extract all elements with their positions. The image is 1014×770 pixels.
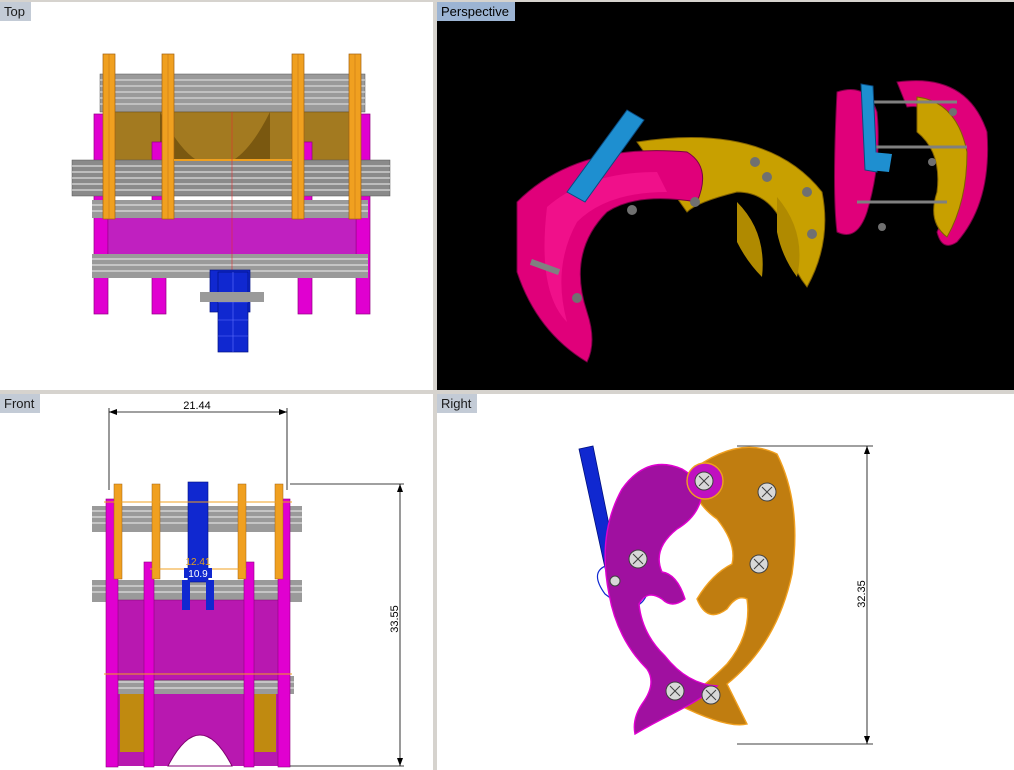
- viewport-top[interactable]: Top: [0, 2, 433, 390]
- viewport-label-front[interactable]: Front: [0, 394, 41, 413]
- dimension-inner-b-text: 10.9: [188, 569, 208, 580]
- dimension-width-text: 21.44: [183, 400, 211, 412]
- top-view-drawing: [71, 53, 391, 353]
- viewport-right[interactable]: Right 32.35: [437, 394, 1014, 770]
- front-view-drawing: 21.44 33.55 12.41 10.9: [92, 400, 404, 768]
- dimension-height-text: 33.55: [389, 605, 401, 633]
- viewport-front[interactable]: Front 21.44 33.55 12.41 10.9: [0, 394, 433, 770]
- viewport-label-perspective[interactable]: Perspective: [437, 2, 515, 21]
- viewport-perspective[interactable]: Perspective: [437, 2, 1014, 390]
- dimension-inner-a-text: 12.41: [185, 557, 210, 568]
- viewport-label-right[interactable]: Right: [437, 394, 478, 413]
- perspective-view-drawing: [516, 80, 989, 363]
- right-view-drawing: 32.35: [578, 445, 873, 745]
- dimension-right-height-text: 32.35: [856, 580, 868, 608]
- viewport-label-top[interactable]: Top: [0, 2, 31, 21]
